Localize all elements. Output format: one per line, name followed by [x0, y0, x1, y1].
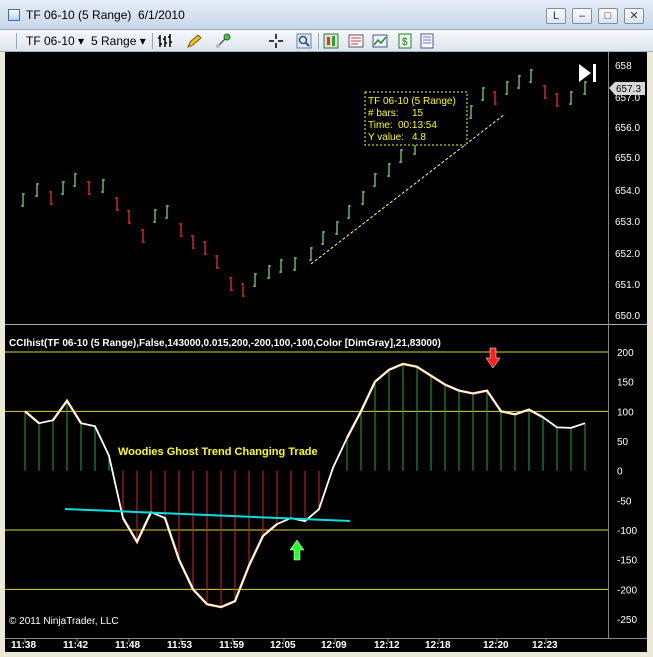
bar-type-icon[interactable]: [157, 33, 173, 49]
chart-area[interactable]: TF 06-10 (5 Range) # bars: 15 Time: 00:1…: [5, 52, 647, 652]
interval-selector[interactable]: 5 Range ▾: [91, 33, 146, 49]
time-axis-label: 12:12: [374, 640, 400, 651]
magnifier-icon[interactable]: [296, 33, 312, 49]
buy-arrow-icon: [289, 539, 305, 561]
window-title: TF 06-10 (5 Range) 6/1/2010: [26, 8, 185, 22]
chart-canvas: TF 06-10 (5 Range) # bars: 15 Time: 00:1…: [5, 52, 647, 651]
cci-axis-label: 0: [617, 467, 623, 478]
price-bars: [21, 69, 587, 297]
cci-axis-label: -200: [617, 585, 637, 596]
cci-axis-label: -100: [617, 526, 637, 537]
time-axis-label: 11:42: [63, 640, 88, 651]
price-axis-label: 650.0: [615, 311, 640, 322]
chevron-down-icon: ▾: [78, 34, 85, 48]
strategy-icon[interactable]: $: [397, 33, 413, 49]
chart-toolbar: TF 06-10 ▾ 5 Range ▾ $: [0, 30, 653, 52]
time-axis-label: 11:38: [11, 640, 36, 651]
instrument-selector[interactable]: TF 06-10 ▾: [26, 33, 84, 49]
instrument-label: TF 06-10: [26, 34, 75, 48]
copyright-text: © 2011 NinjaTrader, LLC: [9, 616, 119, 627]
toolbar-separator: [318, 33, 319, 49]
time-axis-label: 12:18: [425, 640, 451, 651]
tooltip-bars-label: # bars:: [368, 108, 399, 119]
cci-axis-label: -50: [617, 496, 632, 507]
cci-axis-labels: 200 150 100 50 0 -50 -100 -150 -200 -250: [617, 348, 637, 626]
indicator-list-icon[interactable]: [419, 33, 435, 49]
cci-axis-label: 100: [617, 407, 634, 418]
price-axis-label: 655.0: [615, 153, 640, 164]
time-axis-label: 11:59: [219, 640, 244, 651]
scroll-to-end-icon[interactable]: [579, 64, 596, 82]
chevron-down-icon: ▾: [139, 34, 146, 48]
maximize-button[interactable]: □: [598, 8, 618, 24]
price-axis-label: 651.0: [615, 280, 640, 291]
tooltip-time-label: Time:: [368, 120, 393, 131]
current-price-marker: 657.3: [609, 82, 645, 95]
title-bar: TF 06-10 (5 Range) 6/1/2010 L – □ ✕: [0, 0, 653, 30]
cci-axis-label: -250: [617, 615, 637, 626]
price-axis-label: 658: [615, 61, 632, 72]
toolbar-separator: [152, 33, 153, 49]
pencil-icon[interactable]: [186, 33, 202, 49]
chart-trader-icon[interactable]: [323, 33, 339, 49]
cci-axis-label: -150: [617, 556, 637, 567]
cci-extreme-line: [24, 362, 544, 609]
indicator-label: CCIhist(TF 06-10 (5 Range),False,143000,…: [9, 338, 441, 349]
time-axis-label: 11:48: [115, 640, 140, 651]
cci-axis-label: 50: [617, 437, 629, 448]
data-tooltip: TF 06-10 (5 Range) # bars: 15 Time: 00:1…: [364, 91, 468, 146]
close-button[interactable]: ✕: [624, 8, 644, 24]
minimize-button[interactable]: –: [572, 8, 592, 24]
tooltip-title: TF 06-10 (5 Range): [368, 96, 456, 107]
svg-text:$: $: [402, 37, 408, 48]
tooltip-yvalue-label: Y value:: [368, 132, 404, 143]
time-axis-label: 12:05: [270, 640, 296, 651]
cci-histogram: [24, 363, 586, 608]
current-price-label: 657.3: [616, 84, 641, 95]
price-axis-label: 656.0: [615, 123, 640, 134]
price-axis-label: 654.0: [615, 186, 640, 197]
cci-axis-label: 200: [617, 348, 634, 359]
toolbar-grip: [16, 33, 17, 49]
annotation-text: Woodies Ghost Trend Changing Trade: [118, 446, 318, 458]
cci-axis-label: 150: [617, 378, 634, 389]
zoom-icon[interactable]: [215, 33, 231, 49]
time-axis-label: 12:20: [483, 640, 509, 651]
price-axis-labels: 658 657.0 656.0 655.0 654.0 653.0 652.0 …: [615, 61, 640, 322]
price-axis-label: 652.0: [615, 249, 640, 260]
sell-arrow-icon: [485, 347, 501, 369]
time-axis-labels: 11:38 11:42 11:48 11:53 11:59 12:05 12:09 12:12…: [11, 638, 558, 651]
tooltip-yvalue-value: 4.8: [412, 132, 426, 143]
crosshair-icon[interactable]: [268, 33, 284, 49]
price-axis-label: 653.0: [615, 217, 640, 228]
lock-button[interactable]: L: [546, 8, 566, 24]
data-box-icon[interactable]: [348, 33, 364, 49]
app-icon: [8, 9, 20, 21]
interval-label: 5 Range: [91, 34, 137, 48]
tooltip-bars-value: 15: [412, 108, 424, 119]
time-axis-label: 12:23: [532, 640, 558, 651]
time-axis-label: 11:53: [167, 640, 192, 651]
tooltip-time-value: 00:13:54: [398, 120, 437, 131]
time-axis-label: 12:09: [321, 640, 347, 651]
properties-icon[interactable]: [372, 33, 388, 49]
